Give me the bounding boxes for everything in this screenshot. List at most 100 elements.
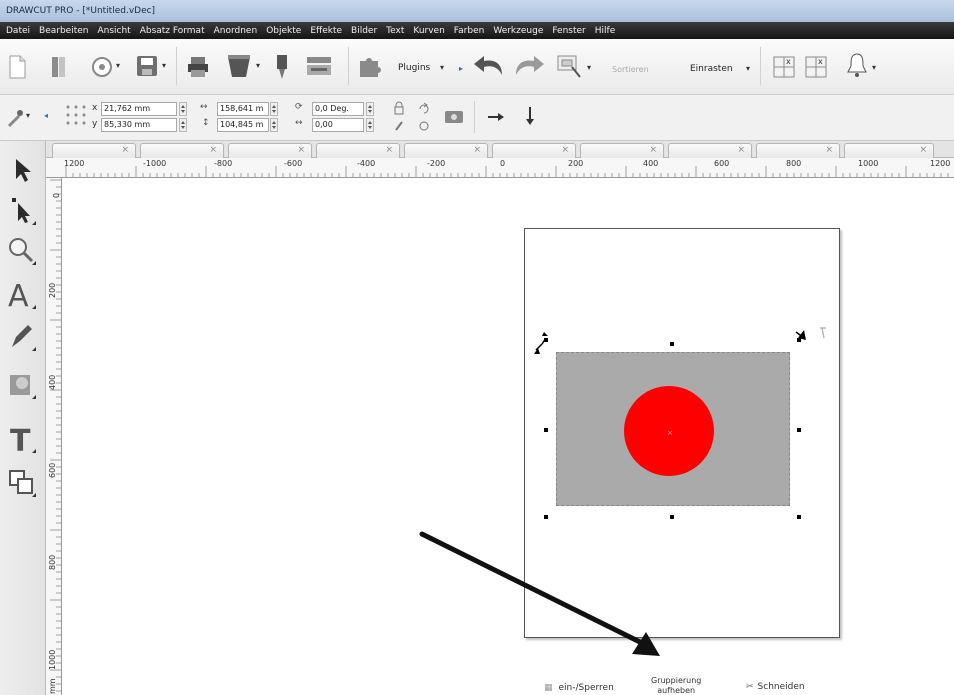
rotation-field[interactable]: 0,0 Deg. xyxy=(312,102,364,116)
document-tab[interactable]: × xyxy=(316,143,400,158)
document-tab[interactable]: × xyxy=(844,143,934,158)
mirror-horizontal-icon[interactable] xyxy=(486,111,506,126)
pen-tool-icon[interactable] xyxy=(6,321,38,353)
menu-fenster[interactable]: Fenster xyxy=(552,26,585,36)
cut-icon[interactable] xyxy=(226,53,254,79)
menu-hilfe[interactable]: Hilfe xyxy=(595,26,615,36)
new-document-icon[interactable] xyxy=(8,55,26,79)
node-edit-tool-icon[interactable] xyxy=(6,195,38,227)
rotate-icon[interactable] xyxy=(418,101,430,118)
toolbar-overflow-arrow[interactable]: ▸ xyxy=(459,64,463,73)
camera-icon[interactable] xyxy=(444,107,466,128)
selection-handle-right[interactable] xyxy=(797,428,801,432)
select-tool-icon[interactable] xyxy=(6,155,38,187)
puzzle-icon[interactable] xyxy=(356,53,384,79)
width-spinner[interactable] xyxy=(270,102,278,116)
select-area-icon[interactable] xyxy=(556,53,584,79)
menu-bilder[interactable]: Bilder xyxy=(351,26,377,36)
selection-handle-bottom[interactable] xyxy=(670,515,674,519)
plotter-icon[interactable] xyxy=(306,55,332,77)
menu-kurven[interactable]: Kurven xyxy=(413,26,444,36)
propbar-left-arrow[interactable]: ◂ xyxy=(44,111,48,120)
x-position-spinner[interactable] xyxy=(179,102,187,116)
y-position-field[interactable]: 85,330 mm xyxy=(101,118,177,132)
cut-action-button[interactable]: ✂ Schneiden xyxy=(746,682,805,692)
menu-effekte[interactable]: Effekte xyxy=(310,26,342,36)
bell-dropdown-caret[interactable]: ▾ xyxy=(872,63,876,72)
reference-point-icon[interactable] xyxy=(64,103,92,132)
menu-absatz-format[interactable]: Absatz Format xyxy=(140,26,205,36)
tab-close-icon[interactable]: × xyxy=(919,145,927,155)
reset-icon[interactable] xyxy=(418,119,430,136)
menu-bearbeiten[interactable]: Bearbeiten xyxy=(39,26,88,36)
tab-close-icon[interactable]: × xyxy=(825,145,833,155)
rotate-handle-icon[interactable] xyxy=(532,328,562,358)
tab-close-icon[interactable]: × xyxy=(649,145,657,155)
selection-handle-bottom-right[interactable] xyxy=(797,515,801,519)
tab-close-icon[interactable]: × xyxy=(297,145,305,155)
artistic-text-tool-icon[interactable]: A xyxy=(6,279,38,314)
drawing-canvas[interactable]: × xyxy=(62,178,954,695)
document-tab[interactable]: × xyxy=(228,143,312,158)
eyedropper-icon[interactable] xyxy=(4,107,26,132)
menu-anordnen[interactable]: Anordnen xyxy=(214,26,258,36)
selection-handle-bottom-left[interactable] xyxy=(544,515,548,519)
document-tab[interactable]: × xyxy=(756,143,840,158)
y-position-spinner[interactable] xyxy=(179,118,187,132)
import-dropdown-caret[interactable]: ▾ xyxy=(116,61,120,70)
height-spinner[interactable] xyxy=(270,118,278,132)
menu-farben[interactable]: Farben xyxy=(454,26,485,36)
print-icon[interactable] xyxy=(186,55,210,79)
width-field[interactable]: 158,641 m xyxy=(217,102,269,116)
tab-close-icon[interactable]: × xyxy=(737,145,745,155)
tab-close-icon[interactable]: × xyxy=(561,145,569,155)
import-icon[interactable] xyxy=(90,55,114,79)
eyedropper-dropdown-caret[interactable]: ▾ xyxy=(26,111,30,120)
grid-icon[interactable]: x xyxy=(772,53,796,79)
menu-objekte[interactable]: Objekte xyxy=(266,26,301,36)
selection-handle-left[interactable] xyxy=(544,428,548,432)
zoom-tool-icon[interactable] xyxy=(6,235,38,267)
shape-tool-icon[interactable] xyxy=(6,369,38,401)
knife-icon[interactable] xyxy=(274,53,290,81)
plugins-dropdown-caret[interactable]: ▾ xyxy=(440,63,444,72)
plugins-label[interactable]: Plugins xyxy=(398,63,430,73)
bell-icon[interactable] xyxy=(846,51,868,79)
document-tab[interactable]: × xyxy=(492,143,576,158)
save-icon[interactable] xyxy=(136,55,158,77)
skew-field[interactable]: 0,00 xyxy=(312,118,364,132)
grid-snap-icon[interactable]: x xyxy=(804,53,828,79)
tab-close-icon[interactable]: × xyxy=(473,145,481,155)
skew-spinner[interactable] xyxy=(366,118,374,132)
rotation-spinner[interactable] xyxy=(366,102,374,116)
cut-dropdown-caret[interactable]: ▾ xyxy=(256,61,260,70)
height-field[interactable]: 104,845 m xyxy=(217,118,269,132)
selection-handle-top[interactable] xyxy=(670,342,674,346)
link-icon[interactable] xyxy=(393,119,405,136)
rotate-handle-icon[interactable] xyxy=(792,324,832,350)
snap-label[interactable]: Einrasten xyxy=(690,64,733,74)
save-dropdown-caret[interactable]: ▾ xyxy=(162,61,166,70)
select-dropdown-caret[interactable]: ▾ xyxy=(587,63,591,72)
tab-close-icon[interactable]: × xyxy=(209,145,217,155)
menu-datei[interactable]: Datei xyxy=(6,26,30,36)
weld-tool-icon[interactable] xyxy=(6,467,38,499)
menu-ansicht[interactable]: Ansicht xyxy=(97,26,130,36)
lock-icon[interactable] xyxy=(393,101,405,118)
menu-werkzeuge[interactable]: Werkzeuge xyxy=(493,26,543,36)
ungroup-button[interactable]: Gruppierung aufheben xyxy=(651,676,701,695)
undo-icon[interactable] xyxy=(472,53,506,79)
document-tab[interactable]: × xyxy=(52,143,136,158)
document-tab[interactable]: × xyxy=(580,143,664,158)
redo-icon[interactable] xyxy=(512,53,546,79)
x-position-field[interactable]: 21,762 mm xyxy=(101,102,177,116)
tab-close-icon[interactable]: × xyxy=(121,145,129,155)
document-tab[interactable]: × xyxy=(140,143,224,158)
tab-close-icon[interactable]: × xyxy=(385,145,393,155)
menu-text[interactable]: Text xyxy=(386,26,404,36)
document-tab[interactable]: × xyxy=(404,143,488,158)
mirror-vertical-icon[interactable] xyxy=(524,105,536,130)
document-tab[interactable]: × xyxy=(668,143,752,158)
snap-dropdown-caret[interactable]: ▾ xyxy=(746,64,750,73)
lock-toggle-button[interactable]: ▦ ein-/Sperren xyxy=(544,683,614,693)
